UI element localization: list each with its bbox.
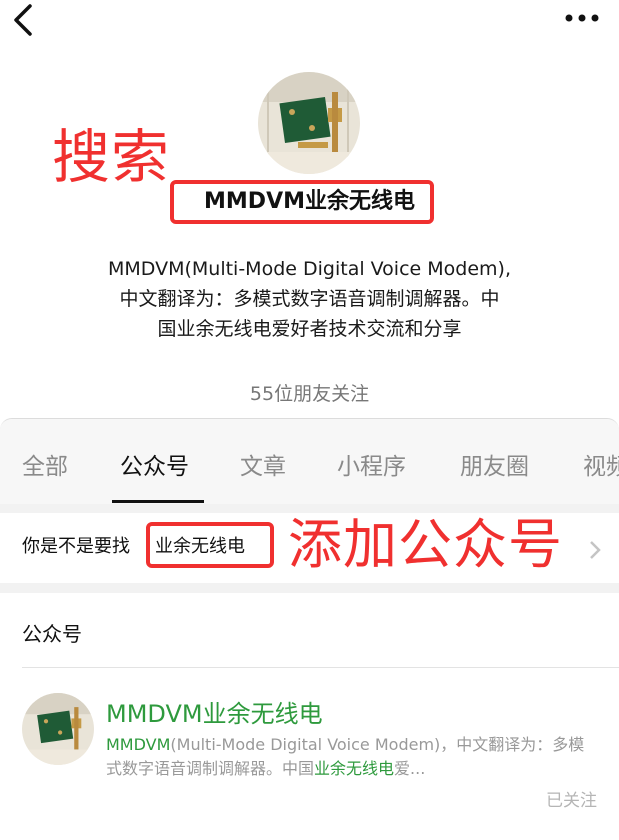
description-line: 国业余无线电爱好者技术交流和分享 [157,318,462,340]
back-button[interactable] [8,2,38,36]
more-dots-icon [565,14,599,22]
annotation-add-account: 添加公众号 [288,513,563,576]
result-desc-highlight: 业余无线电 [314,759,395,778]
search-results-sheet: 全部 公众号 文章 小程序 朋友圈 视频 你是不是要找 业余无线电 添加公众号 … [0,418,619,840]
account-name: MMDVM业余无线电 [204,189,415,214]
description-line: MMDVM(Multi-Mode Digital Voice Modem), [108,258,511,280]
tab-official-accounts[interactable]: 公众号 [120,451,189,483]
account-description: MMDVM(Multi-Mode Digital Voice Modem), 中… [60,254,559,344]
divider [22,667,619,668]
tab-moments[interactable]: 朋友圈 [460,451,529,483]
active-tab-indicator [112,500,204,503]
suggestion-prefix: 你是不是要找 [22,536,130,557]
more-button[interactable] [562,8,602,28]
tab-articles[interactable]: 文章 [240,451,286,483]
result-desc-text: 爱... [394,759,426,778]
search-tabs: 全部 公众号 文章 小程序 朋友圈 视频 [0,419,619,504]
tab-videos[interactable]: 视频 [583,451,619,483]
top-bar [0,0,619,40]
followers-count[interactable]: 55位朋友关注 [0,380,619,408]
result-description: MMDVM(Multi-Mode Digital Voice Modem)，中文… [106,733,600,781]
account-avatar [258,72,360,174]
account-profile: 搜索 MMDVM业余无线电 MMDVM(Multi-Mode Digital V… [0,0,619,418]
result-desc-highlight: MMDVM [106,735,171,754]
back-arrow-icon [14,4,32,36]
tab-mini-programs[interactable]: 小程序 [337,451,406,483]
result-name[interactable]: MMDVM业余无线电 [106,697,323,731]
annotation-search: 搜索 [52,123,171,191]
section-title: 公众号 [22,622,82,646]
follow-status: 已关注 [546,791,597,811]
annotation-keyword-box [146,522,274,568]
tab-all[interactable]: 全部 [22,451,68,483]
chevron-right-icon [590,541,601,559]
description-line: 中文翻译为：多模式数字语音调制调解器。中 [119,288,500,310]
result-avatar [22,693,94,765]
